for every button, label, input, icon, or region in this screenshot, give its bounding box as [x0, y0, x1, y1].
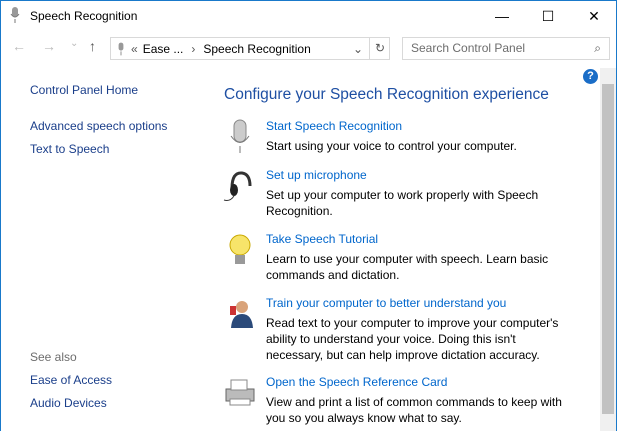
item-description: Start using your voice to control your c…: [266, 139, 517, 153]
printer-icon: [225, 379, 255, 406]
breadcrumb-separator[interactable]: ›: [191, 42, 195, 56]
item-description: Read text to your computer to improve yo…: [266, 316, 559, 362]
overflow-chevron[interactable]: «: [131, 42, 138, 56]
maximize-button[interactable]: ☐: [525, 0, 571, 32]
advanced-speech-options-link[interactable]: Advanced speech options: [30, 119, 167, 133]
forward-button[interactable]: →: [42, 38, 56, 54]
close-button[interactable]: ✕: [571, 0, 617, 32]
ease-of-access-link[interactable]: Ease of Access: [30, 373, 112, 387]
search-placeholder: Search Control Panel: [411, 41, 526, 55]
see-also-label: See also: [30, 350, 77, 364]
start-speech-recognition-link[interactable]: Start Speech Recognition: [266, 119, 402, 133]
page-title: Configure your Speech Recognition experi…: [224, 86, 549, 103]
scrollbar-thumb[interactable]: [602, 84, 614, 414]
microphone-icon: [230, 119, 250, 153]
open-speech-reference-card-link[interactable]: Open the Speech Reference Card: [266, 375, 447, 389]
microphone-icon: [10, 7, 20, 23]
item-description: Learn to use your computer with speech. …: [266, 252, 549, 282]
item-description: Set up your computer to work properly wi…: [266, 188, 539, 218]
window-title: Speech Recognition: [30, 9, 138, 23]
navigation-bar: ← → ⌄ ↑ « Ease ... › Speech Recognition …: [0, 36, 617, 60]
search-input[interactable]: Search Control Panel ⌕: [402, 37, 610, 60]
set-up-microphone-link[interactable]: Set up microphone: [266, 168, 367, 182]
user-train-icon: [230, 301, 253, 328]
title-bar: Speech Recognition — ☐ ✕: [0, 0, 617, 32]
train-computer-link[interactable]: Train your computer to better understand…: [266, 296, 506, 310]
breadcrumb-speech[interactable]: Speech Recognition: [203, 42, 310, 56]
recent-locations-button[interactable]: ⌄: [70, 38, 78, 49]
address-dropdown[interactable]: ⌄: [353, 42, 363, 56]
address-bar[interactable]: « Ease ... › Speech Recognition ⌄ ↻: [110, 37, 390, 60]
up-button[interactable]: ↑: [89, 38, 96, 54]
refresh-button[interactable]: ↻: [369, 38, 390, 59]
lightbulb-icon: [229, 234, 251, 264]
back-button[interactable]: ←: [12, 38, 26, 54]
microphone-icon: [118, 42, 124, 55]
search-icon[interactable]: ⌕: [594, 38, 601, 59]
breadcrumb-ease[interactable]: Ease ...: [143, 42, 184, 56]
control-panel-home-link[interactable]: Control Panel Home: [30, 83, 138, 97]
text-to-speech-link[interactable]: Text to Speech: [30, 142, 109, 156]
help-button[interactable]: ?: [583, 69, 598, 84]
audio-devices-link[interactable]: Audio Devices: [30, 396, 107, 410]
minimize-button[interactable]: —: [479, 0, 525, 32]
headset-icon: [223, 171, 252, 201]
item-description: View and print a list of common commands…: [266, 395, 562, 425]
take-speech-tutorial-link[interactable]: Take Speech Tutorial: [266, 232, 378, 246]
